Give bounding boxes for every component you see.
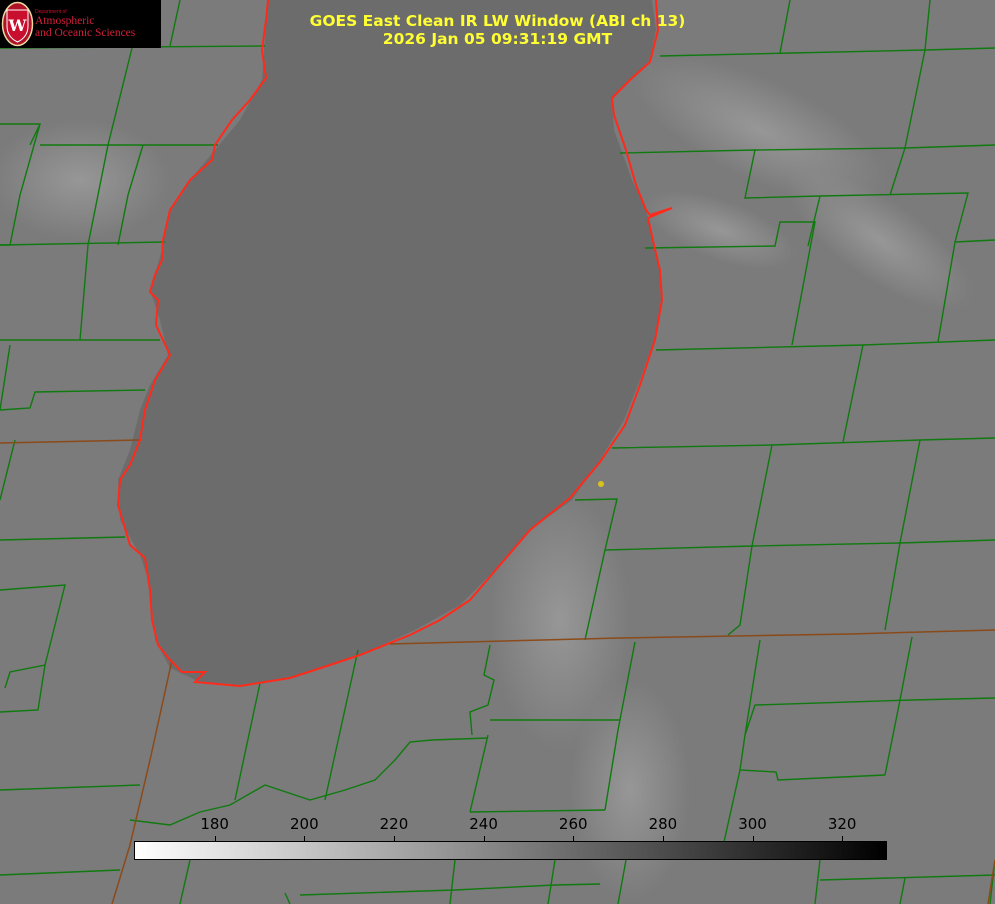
image-title: GOES East Clean IR LW Window (ABI ch 13) xyxy=(309,12,686,30)
colorbar-tick-label: 240 xyxy=(469,815,498,833)
colorbar-tick-mark xyxy=(573,836,574,842)
colorbar-tick-mark xyxy=(842,836,843,842)
colorbar-tick-label: 220 xyxy=(379,815,409,833)
colorbar-tick-mark xyxy=(215,836,216,842)
colorbar-tick-label: 300 xyxy=(738,815,767,833)
colorbar-tick-mark xyxy=(663,836,664,842)
colorbar xyxy=(134,841,887,860)
colorbar-tick-label: 200 xyxy=(289,815,319,833)
colorbar-tick-mark xyxy=(394,836,395,842)
colorbar-tick-mark xyxy=(484,836,485,842)
satellite-image-viewer: W Department of Atmospheric and Oceanic … xyxy=(0,0,995,904)
colorbar-tick-mark xyxy=(304,836,305,842)
satellite-map xyxy=(0,0,995,904)
colorbar-tick-label: 180 xyxy=(200,815,229,833)
colorbar-tick-mark xyxy=(753,836,754,842)
image-timestamp: 2026 Jan 05 09:31:19 GMT xyxy=(382,30,613,48)
colorbar-tick-label: 280 xyxy=(648,815,678,833)
colorbar-tick-label: 260 xyxy=(558,815,588,833)
location-marker xyxy=(598,481,604,487)
colorbar-tick-label: 320 xyxy=(827,815,857,833)
